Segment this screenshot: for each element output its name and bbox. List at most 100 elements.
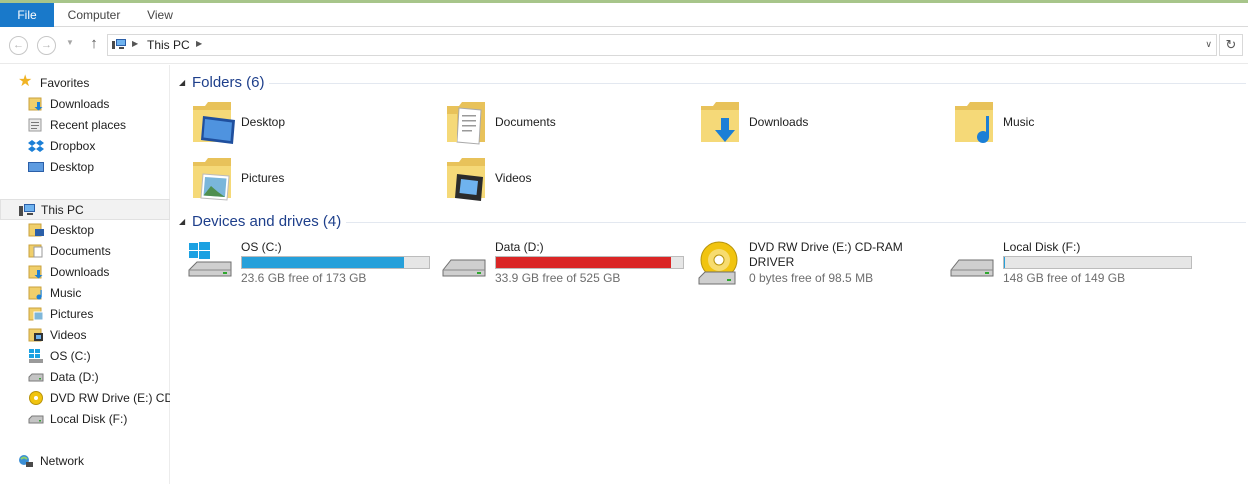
chevron-down-icon[interactable]: ∨ [1205,39,1212,50]
group-header-devices[interactable]: ◢ Devices and drives (4) [171,211,1248,233]
folder-videos[interactable]: Videos [445,154,695,204]
sidebar-item-label: Recent places [50,118,127,132]
dvd-drive-icon [698,241,738,285]
sidebar-item-label: Data (D:) [50,370,99,384]
sidebar-this-pc[interactable]: This PC [0,199,170,220]
sidebar-item-data-d[interactable]: Data (D:) [0,367,170,387]
drive-os-c[interactable]: OS (C:) 23.6 GB free of 173 GB [187,240,437,296]
videos-folder-icon [447,158,485,201]
sidebar-item-documents[interactable]: Documents [0,241,170,261]
dvd-drive-icon [29,391,43,405]
sidebar-favorites[interactable]: ★ Favorites [0,73,170,93]
drive-usage-bar [1003,256,1192,269]
drive-dvd-e[interactable]: DVD RW Drive (E:) CD-RAM DRIVER 0 bytes … [695,240,945,296]
collapse-triangle-icon[interactable]: ◢ [179,217,185,226]
sidebar-item-os-c[interactable]: OS (C:) [0,346,170,366]
sidebar-item-downloads[interactable]: Downloads [0,94,170,114]
recent-places-icon [28,118,42,132]
folder-downloads[interactable]: Downloads [699,98,949,148]
sidebar-item-label: Pictures [50,307,94,321]
downloads-folder-icon [701,102,739,142]
refresh-icon: ↻ [1225,37,1237,52]
windows-drive-icon [188,242,232,277]
folder-pictures[interactable]: Pictures [191,154,441,204]
music-folder-icon [955,102,993,143]
sidebar-item-label: OS (C:) [50,349,91,363]
drive-label: Local Disk (F:) [1003,240,1081,254]
sidebar-item-label: Downloads [50,265,110,279]
tab-view[interactable]: View [138,3,182,27]
drive-data-d[interactable]: Data (D:) 33.9 GB free of 525 GB [441,240,691,296]
tab-computer[interactable]: Computer [60,3,128,27]
group-header-folders[interactable]: ◢ Folders (6) [171,72,1248,94]
desktop-folder-icon [193,102,235,144]
music-folder-icon [28,286,42,300]
sidebar-item-desktop[interactable]: Desktop [0,220,170,240]
sidebar-item-dropbox[interactable]: Dropbox [0,136,170,156]
sidebar-item-downloads[interactable]: Downloads [0,262,170,282]
refresh-button[interactable]: ↻ [1219,34,1243,56]
navigation-bar: ← → ▼ ↑ ▶ This PC ▶ ∨ ↻ [0,27,1248,64]
sidebar-item-label: Videos [50,328,87,342]
downloads-folder-icon [28,97,43,111]
collapse-triangle-icon[interactable]: ◢ [179,78,185,87]
group-title: Devices and drives (4) [192,213,342,230]
sidebar-item-videos[interactable]: Videos [0,325,170,345]
back-button[interactable]: ← [9,36,28,55]
folder-desktop[interactable]: Desktop [191,98,441,148]
sidebar-item-label: Downloads [50,97,110,111]
folder-music[interactable]: Music [953,98,1203,148]
drive-label: OS (C:) [241,240,282,254]
sidebar-network[interactable]: Network [0,451,170,471]
breadcrumb-this-pc[interactable]: This PC [147,38,190,52]
drive-free-space: 0 bytes free of 98.5 MB [749,271,874,285]
up-button[interactable]: ↑ [86,34,102,54]
sidebar-item-music[interactable]: Music [0,283,170,303]
sidebar-item-label: Favorites [40,76,90,90]
arrow-right-icon: → [41,39,52,51]
group-title: Folders (6) [192,74,265,91]
folder-label: Desktop [241,115,286,129]
windows-drive-icon [29,349,43,363]
desktop-icon [28,162,44,172]
address-bar[interactable]: ▶ This PC ▶ ∨ [107,34,1217,56]
breadcrumb-arrow-icon[interactable]: ▶ [132,39,138,48]
drive-free-space: 23.6 GB free of 173 GB [241,271,367,285]
folder-label: Downloads [749,115,809,129]
sidebar-item-local-disk-f[interactable]: Local Disk (F:) [0,409,170,429]
pictures-folder-icon [193,158,231,201]
drive-label: Data (D:) [495,240,544,254]
sidebar-item-label: Desktop [50,160,95,174]
tab-file[interactable]: File [0,3,54,27]
sidebar-item-dvd-e[interactable]: DVD RW Drive (E:) CD- [0,388,170,408]
drive-usage-bar [495,256,684,269]
star-icon: ★ [18,73,33,90]
desktop-folder-icon [28,223,44,237]
network-icon [19,455,33,467]
sidebar-item-pictures[interactable]: Pictures [0,304,170,324]
folder-label: Music [1003,115,1035,129]
sidebar-item-label: Local Disk (F:) [50,412,128,426]
sidebar-item-label: DVD RW Drive (E:) CD- [50,391,170,405]
drive-local-disk-f[interactable]: Local Disk (F:) 148 GB free of 149 GB [949,240,1199,296]
sidebar-item-label: This PC [41,203,84,217]
documents-folder-icon [447,102,485,145]
group-divider [269,83,1246,84]
hard-drive-icon [28,415,44,424]
sidebar-item-desktop[interactable]: Desktop [0,157,170,177]
recent-locations-button[interactable]: ▼ [66,38,74,47]
navigation-pane: ★ Favorites Downloads Recent places Drop… [0,65,170,484]
computer-icon [19,204,35,216]
file-view: ◢ Folders (6) Desktop Documents Download… [171,65,1248,484]
sidebar-item-label: Documents [50,244,111,258]
drive-usage-fill [1004,257,1005,268]
folder-documents[interactable]: Documents [445,98,695,148]
dropbox-icon [28,140,44,152]
computer-icon [112,39,126,49]
drive-usage-fill [496,257,671,268]
breadcrumb-arrow-icon[interactable]: ▶ [196,39,202,48]
drive-label: DVD RW Drive (E:) CD-RAM DRIVER [749,240,903,269]
sidebar-item-recent-places[interactable]: Recent places [0,115,170,135]
forward-button[interactable]: → [37,36,56,55]
folder-label: Videos [495,171,532,185]
